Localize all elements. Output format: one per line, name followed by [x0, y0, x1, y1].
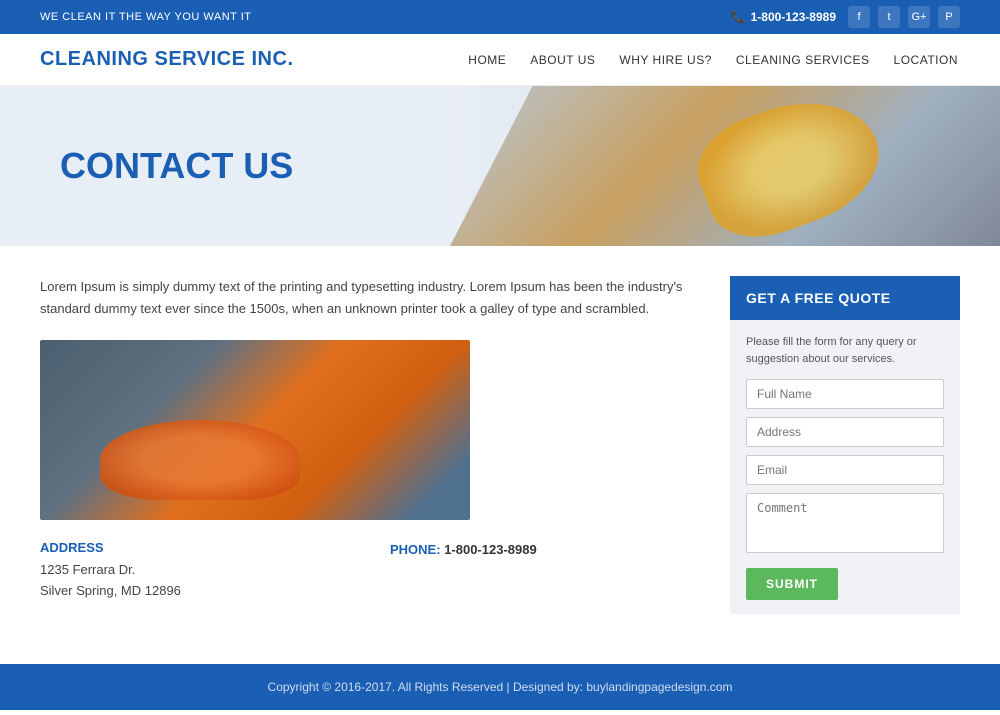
- phone-topbar: 📞 1-800-123-8989: [731, 10, 836, 24]
- phone-number-topbar: 1-800-123-8989: [751, 10, 836, 24]
- top-bar-right: 📞 1-800-123-8989 f t G+ P: [731, 6, 960, 28]
- phone-number-main: 1-800-123-8989: [444, 542, 537, 557]
- pinterest-icon[interactable]: P: [938, 6, 960, 28]
- header: CLEANING SERVICE INC. HOME ABOUT US WHY …: [0, 34, 1000, 86]
- top-bar: WE CLEAN IT THE WAY YOU WANT IT 📞 1-800-…: [0, 0, 1000, 34]
- address-section: ADDRESS 1235 Ferrara Dr. Silver Spring, …: [40, 540, 350, 602]
- address-label: ADDRESS: [40, 540, 350, 555]
- main-nav: HOME ABOUT US WHY HIRE US? CLEANING SERV…: [466, 49, 960, 71]
- nav-why[interactable]: WHY HIRE US?: [617, 49, 713, 71]
- hero-image: [450, 86, 1000, 246]
- address-line2: Silver Spring, MD 12896: [40, 581, 350, 602]
- hero-banner: CONTACT US: [0, 86, 1000, 246]
- phone-section: PHONE: 1-800-123-8989: [390, 540, 700, 602]
- cleaning-image: [40, 340, 470, 520]
- googleplus-icon[interactable]: G+: [908, 6, 930, 28]
- social-icons: f t G+ P: [848, 6, 960, 28]
- fullname-input[interactable]: [746, 379, 944, 409]
- content-left: Lorem Ipsum is simply dummy text of the …: [40, 276, 700, 614]
- quote-form-container: GET A FREE QUOTE Please fill the form fo…: [730, 276, 960, 614]
- contact-info: ADDRESS 1235 Ferrara Dr. Silver Spring, …: [40, 540, 700, 602]
- main-content: Lorem Ipsum is simply dummy text of the …: [0, 246, 1000, 644]
- comment-input[interactable]: [746, 493, 944, 553]
- quote-body: Please fill the form for any query or su…: [730, 320, 960, 614]
- quote-description: Please fill the form for any query or su…: [746, 334, 944, 367]
- intro-text: Lorem Ipsum is simply dummy text of the …: [40, 276, 700, 320]
- twitter-icon[interactable]: t: [878, 6, 900, 28]
- nav-location[interactable]: LOCATION: [892, 49, 960, 71]
- nav-cleaning[interactable]: CLEANING SERVICES: [734, 49, 872, 71]
- tagline: WE CLEAN IT THE WAY YOU WANT IT: [40, 11, 252, 23]
- phone-icon: 📞: [731, 10, 746, 24]
- phone-label: PHONE:: [390, 542, 441, 557]
- logo[interactable]: CLEANING SERVICE INC.: [40, 48, 294, 71]
- hero-content: CONTACT US: [0, 145, 293, 187]
- facebook-icon[interactable]: f: [848, 6, 870, 28]
- nav-home[interactable]: HOME: [466, 49, 508, 71]
- hero-title: CONTACT US: [60, 145, 293, 187]
- footer-text: Copyright © 2016-2017. All Rights Reserv…: [268, 680, 733, 694]
- address-input[interactable]: [746, 417, 944, 447]
- submit-button[interactable]: SUBMIT: [746, 568, 838, 600]
- email-input[interactable]: [746, 455, 944, 485]
- quote-box: GET A FREE QUOTE Please fill the form fo…: [730, 276, 960, 614]
- footer: Copyright © 2016-2017. All Rights Reserv…: [0, 664, 1000, 710]
- quote-header: GET A FREE QUOTE: [730, 276, 960, 320]
- phone-contact: PHONE: 1-800-123-8989: [390, 540, 700, 561]
- address-line1: 1235 Ferrara Dr.: [40, 560, 350, 581]
- nav-about[interactable]: ABOUT US: [528, 49, 597, 71]
